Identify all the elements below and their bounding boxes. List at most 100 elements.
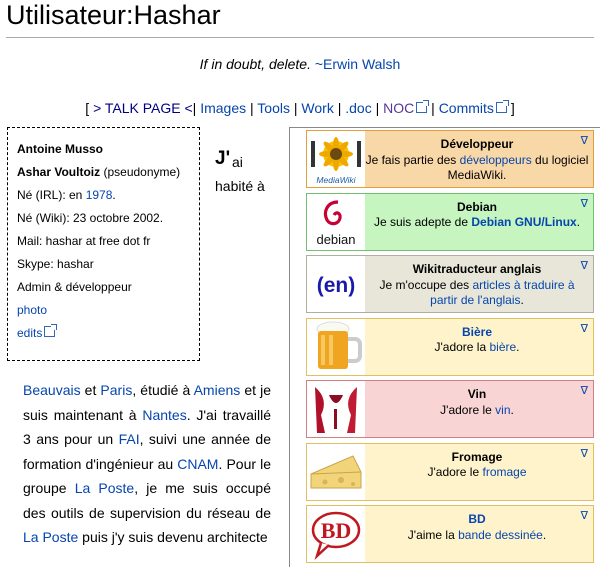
birth-year-link[interactable]: 1978: [86, 188, 113, 202]
userbox-desc: J'adore le: [440, 402, 496, 417]
link-nantes[interactable]: Nantes: [142, 407, 186, 423]
userbox-desc: Je suis adepte de: [373, 215, 472, 229]
motto: If in doubt, delete. ~Erwin Walsh: [0, 56, 600, 72]
userbox-translator: (en) Wikitraducteur anglais Je m'occupe …: [306, 255, 594, 313]
userbox-wine: Vin J'adore le vin. ∇: [306, 380, 594, 438]
nav-tools[interactable]: Tools: [257, 100, 290, 116]
pseudonym-suffix: (pseudonyme): [103, 165, 181, 179]
link-fai[interactable]: FAI: [119, 431, 140, 447]
nav-talk-page[interactable]: > TALK PAGE <: [93, 100, 193, 116]
nav-noc[interactable]: NOC: [383, 100, 414, 116]
userbox-desc: .: [516, 340, 520, 354]
userbox-comics: BD BD J'aime la bande dessinée. ∇: [306, 505, 594, 563]
cheese-icon: [307, 443, 365, 500]
userbox-desc: J'adore le: [427, 465, 483, 479]
userbox-beer: Bière J'adore la bière. ∇: [306, 317, 594, 376]
userbox-title-link[interactable]: Bière: [365, 325, 589, 341]
userbox-desc: .: [520, 293, 524, 307]
link-la-poste[interactable]: La Poste: [23, 529, 78, 545]
wine-link[interactable]: vin: [495, 403, 510, 417]
toggle-triangle-icon[interactable]: ∇: [581, 322, 588, 335]
nav-sep: |: [375, 100, 380, 116]
bio-paragraph: Beauvais et Paris, étudié à Amiens et je…: [23, 378, 271, 550]
en-language-icon: (en): [307, 256, 365, 312]
toggle-triangle-icon[interactable]: ∇: [581, 447, 588, 460]
userbox-title: Développeur: [440, 137, 514, 151]
toggle-triangle-icon[interactable]: ∇: [581, 384, 588, 397]
page-title: Utilisateur:Hashar: [6, 0, 221, 30]
userbox-desc: J'adore la: [434, 340, 490, 354]
birth-irl: Né (IRL): en 1978.: [17, 184, 199, 207]
nav-images[interactable]: Images: [200, 100, 246, 116]
photo-row: photo: [17, 299, 199, 322]
edits-link[interactable]: edits: [17, 326, 42, 340]
mediawiki-logo-text: MediaWiki: [316, 175, 356, 185]
nav-work[interactable]: Work: [301, 100, 333, 116]
link-cnam[interactable]: CNAM: [177, 456, 218, 472]
userbox-desc: .: [576, 215, 581, 229]
intro-line: habité à: [215, 178, 265, 194]
nav-commits[interactable]: Commits: [439, 100, 494, 116]
bio-text: , étudié à: [132, 382, 194, 398]
skype: Skype: hashar: [17, 257, 94, 271]
edits-row: edits: [17, 322, 199, 345]
bio-text: puis j'y suis devenu architecte: [78, 529, 268, 545]
debian-logo-text: debian: [316, 232, 355, 247]
real-name: Antoine Musso: [17, 142, 103, 156]
link-amiens[interactable]: Amiens: [194, 382, 241, 398]
wine-glass-icon: [307, 381, 365, 437]
userbox-cheese: Fromage J'adore le fromage ∇: [306, 442, 594, 501]
debian-link[interactable]: Debian GNU/Linux: [471, 215, 576, 229]
beer-mug-icon: [307, 318, 365, 375]
toggle-triangle-icon[interactable]: ∇: [581, 509, 588, 522]
userbox-desc: .: [510, 402, 514, 417]
toggle-triangle-icon[interactable]: ∇: [581, 134, 588, 147]
userbox-text: BD J'aime la bande dessinée.: [365, 506, 593, 562]
title-divider: [6, 37, 594, 38]
user-infobox: Antoine Musso Ashar Voultoiz (pseudonyme…: [7, 127, 200, 361]
toggle-triangle-icon[interactable]: ∇: [581, 197, 588, 210]
link-paris[interactable]: Paris: [100, 382, 132, 398]
userbox-desc: Je m'occupe des: [379, 277, 473, 292]
external-link-icon: [495, 100, 509, 113]
userbox-column: MediaWiki Développeur Je fais partie des…: [289, 127, 600, 567]
pseudonym: Ashar Voultoiz (pseudonyme): [17, 161, 199, 184]
userbox-desc: .: [542, 527, 547, 542]
beer-link[interactable]: bière: [489, 340, 516, 354]
userbox-text: Debian Je suis adepte de Debian GNU/Linu…: [365, 194, 593, 250]
birth-wiki: Né (Wiki): 23 octobre 2002.: [17, 211, 164, 225]
nav-sep: |: [337, 100, 342, 116]
cheese-link[interactable]: fromage: [482, 465, 526, 479]
userbox-text: Wikitraducteur anglais Je m'occupe des a…: [365, 256, 593, 312]
speech-bubble-bd-icon: BD: [307, 506, 365, 562]
comics-link[interactable]: bande dessinée: [458, 528, 543, 542]
userbox-text: Fromage J'adore le fromage: [365, 444, 593, 500]
userbox-developer: MediaWiki Développeur Je fais partie des…: [306, 130, 594, 188]
developers-link[interactable]: développeurs: [460, 153, 532, 167]
link-beauvais[interactable]: Beauvais: [23, 382, 81, 398]
role: Admin & développeur: [17, 280, 132, 294]
link-la-poste[interactable]: La Poste: [75, 480, 135, 496]
userbox-title-link[interactable]: BD: [365, 512, 589, 528]
mediawiki-logo-icon: MediaWiki: [307, 131, 365, 187]
nav-bracket-close: ]: [510, 100, 515, 116]
userbox-title: Debian: [456, 199, 497, 214]
external-link-icon: [44, 324, 58, 337]
userbox-text: Vin J'adore le vin.: [365, 381, 593, 437]
motto-author-link[interactable]: ~Erwin Walsh: [315, 56, 400, 72]
nav-bracket-open: [: [85, 100, 90, 116]
external-link-icon: [416, 100, 430, 113]
intro-text: ai: [232, 154, 243, 170]
toggle-triangle-icon[interactable]: ∇: [581, 259, 588, 272]
en-logo-text: (en): [317, 274, 356, 297]
nav-doc[interactable]: .doc: [345, 100, 371, 116]
bd-logo-text: BD: [321, 518, 352, 543]
userbox-debian: debian Debian Je suis adepte de Debian G…: [306, 192, 594, 251]
photo-link[interactable]: photo: [17, 303, 47, 317]
pseudonym-name: Ashar Voultoiz: [17, 165, 101, 179]
birth-irl-label: Né (IRL): en: [17, 188, 83, 202]
drop-cap: J': [215, 148, 231, 169]
userbox-title: Fromage: [451, 449, 503, 464]
user-nav-bar: [ > TALK PAGE <| Images | Tools | Work |…: [0, 100, 600, 116]
userbox-desc: Je fais partie des: [365, 152, 460, 167]
